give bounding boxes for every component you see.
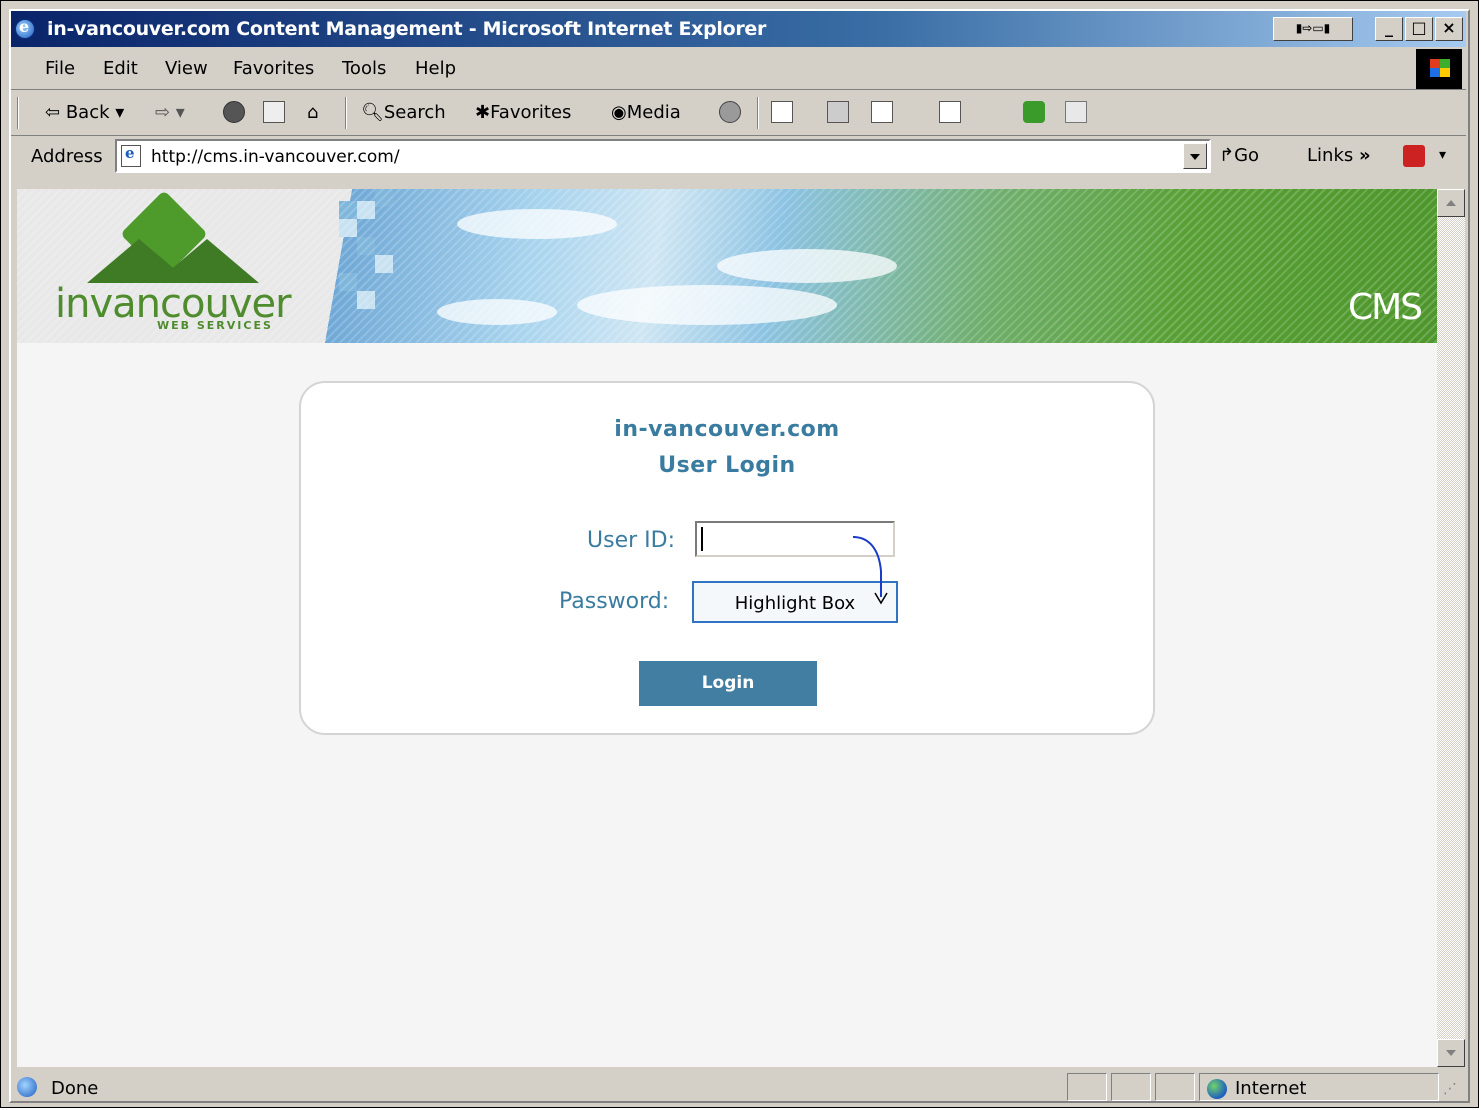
media-label: Media	[626, 102, 681, 123]
address-input[interactable]: http://cms.in-vancouver.com/	[115, 139, 1211, 173]
menu-tools[interactable]: Tools	[342, 58, 386, 79]
media-icon: ◉	[611, 102, 627, 123]
site-banner: invancouver WEB SERVICES CMS	[17, 189, 1437, 343]
links-button[interactable]: Links »	[1307, 145, 1371, 166]
search-label: Search	[383, 102, 446, 123]
acrobat-icon[interactable]	[1403, 145, 1425, 167]
chevron-right-icon: »	[1358, 145, 1371, 166]
messenger-icon[interactable]	[1065, 101, 1087, 123]
login-button[interactable]: Login	[639, 661, 817, 706]
page-viewport: invancouver WEB SERVICES CMS in-vancouve…	[17, 189, 1437, 1067]
favorites-label: Favorites	[490, 102, 572, 123]
resize-grip-icon[interactable]: ⋰	[1443, 1081, 1457, 1097]
window-title: in-vancouver.com Content Management - Mi…	[47, 18, 767, 40]
password-label: Password:	[559, 589, 670, 614]
windows-flag-icon	[1430, 59, 1450, 77]
go-label: Go	[1234, 145, 1260, 166]
vertical-scrollbar[interactable]	[1437, 189, 1465, 1067]
close-button[interactable]: ×	[1435, 17, 1463, 41]
print-icon[interactable]	[827, 101, 849, 123]
scroll-down-button[interactable]	[1437, 1039, 1465, 1067]
back-button[interactable]: ⇦ Back ▾	[45, 102, 124, 123]
acrobat-dropdown-icon[interactable]: ▾	[1439, 147, 1446, 163]
login-panel: in-vancouver.com User Login User ID: Pas…	[299, 381, 1155, 735]
toolbar-separator	[345, 97, 347, 129]
forward-button[interactable]: ⇨ ▾	[155, 102, 185, 123]
address-dropdown-button[interactable]	[1183, 143, 1207, 169]
menu-favorites[interactable]: Favorites	[233, 58, 314, 79]
menu-bar: File Edit View Favorites Tools Help	[11, 49, 1466, 90]
search-button[interactable]: 🔍︎Search	[361, 102, 446, 123]
address-bar: Address http://cms.in-vancouver.com/ ↱Go…	[11, 137, 1466, 181]
page-icon	[121, 144, 141, 167]
discuss-icon[interactable]	[939, 101, 961, 123]
mail-icon[interactable]	[771, 101, 793, 123]
menu-help[interactable]: Help	[415, 58, 456, 79]
status-panel	[1111, 1073, 1151, 1101]
search-icon: 🔍︎	[361, 102, 384, 123]
refresh-icon[interactable]	[263, 101, 285, 123]
security-zone-text: Internet	[1235, 1078, 1307, 1099]
home-icon[interactable]: ⌂	[307, 102, 318, 123]
site-name: in-vancouver.com	[614, 417, 840, 442]
status-panel	[1067, 1073, 1107, 1101]
text-caret	[701, 527, 703, 551]
windows-logo	[1416, 49, 1462, 89]
cms-label: CMS	[1347, 287, 1423, 328]
title-bar[interactable]: in-vancouver.com Content Management - Mi…	[11, 11, 1466, 47]
menu-edit[interactable]: Edit	[103, 58, 138, 79]
status-text: Done	[51, 1078, 99, 1099]
media-button[interactable]: ◉Media	[611, 102, 681, 123]
go-arrow-icon: ↱	[1219, 145, 1235, 166]
toolbar-separator	[757, 97, 759, 129]
logo-tagline: WEB SERVICES	[157, 319, 273, 332]
annotation-arrow-icon	[852, 536, 888, 605]
status-bar: Done Internet ⋰	[11, 1069, 1466, 1105]
scroll-up-button[interactable]	[1437, 189, 1465, 217]
internet-zone-icon	[1207, 1079, 1227, 1099]
ie-page-icon	[17, 1077, 37, 1097]
maximize-button[interactable]: □	[1405, 17, 1433, 41]
minimize-button[interactable]: _	[1375, 17, 1403, 41]
back-label: Back	[65, 102, 110, 123]
logo-mountain-icon	[155, 239, 259, 283]
stop-icon[interactable]	[223, 101, 245, 123]
favorites-icon: ✱	[475, 102, 491, 123]
favorites-button[interactable]: ✱Favorites	[475, 102, 571, 123]
links-label: Links	[1307, 145, 1354, 166]
standard-toolbar: ⇦ Back ▾ ⇨ ▾ ⌂ 🔍︎Search ✱Favorites ◉Medi…	[11, 91, 1466, 136]
go-button[interactable]: ↱Go	[1219, 145, 1259, 166]
address-label: Address	[31, 146, 103, 167]
ie-icon	[15, 17, 35, 39]
pro-addon-icon[interactable]	[1023, 101, 1045, 123]
edit-icon[interactable]	[871, 101, 893, 123]
browser-window: in-vancouver.com Content Management - Mi…	[0, 0, 1479, 1108]
history-icon[interactable]	[719, 101, 741, 123]
menu-file[interactable]: File	[45, 58, 75, 79]
toolbar-toggle-button[interactable]: ▮⇨▭▮	[1273, 17, 1353, 41]
toolbar-grip	[17, 97, 19, 129]
login-heading: User Login	[658, 453, 796, 478]
address-url[interactable]: http://cms.in-vancouver.com/	[151, 147, 400, 167]
status-panel	[1155, 1073, 1195, 1101]
menu-view[interactable]: View	[165, 58, 208, 79]
user-id-label: User ID:	[587, 528, 675, 553]
